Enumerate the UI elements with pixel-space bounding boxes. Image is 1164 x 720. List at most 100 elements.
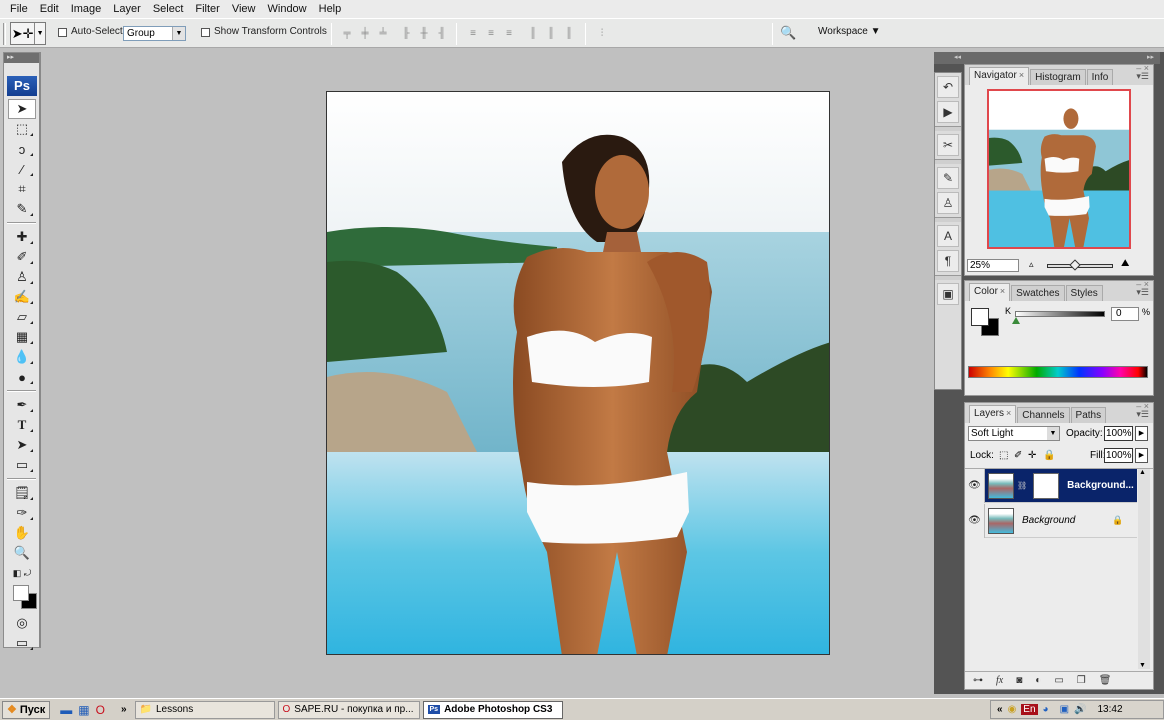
tab-color[interactable]: Color × <box>969 283 1011 301</box>
toolbox-collapse[interactable]: ▸▸ <box>4 53 39 63</box>
auto-select-checkbox[interactable] <box>58 28 67 37</box>
volume-icon[interactable]: 🔊 <box>1074 704 1086 715</box>
magic-wand-tool-icon[interactable]: ⁄ <box>6 159 38 179</box>
history-brush-tool-icon[interactable]: ✍ <box>6 287 38 307</box>
character-panel-icon[interactable]: A <box>937 225 959 247</box>
auto-align-icon[interactable]: ⫶ <box>595 28 609 40</box>
adjustment-layer-icon[interactable]: ◐ <box>1035 675 1041 686</box>
brushes-panel-icon[interactable]: ✎ <box>937 167 959 189</box>
layer-comps-icon[interactable]: ▣ <box>937 283 959 305</box>
notes-tool-icon[interactable]: 🗒 <box>6 483 38 503</box>
network-icon[interactable]: ▣ <box>1060 704 1069 715</box>
options-grip[interactable] <box>3 23 6 45</box>
close-icon[interactable]: × <box>1019 70 1024 80</box>
zoom-level-input[interactable]: 25% <box>967 259 1019 272</box>
show-desktop-icon[interactable]: ▬ <box>60 703 72 717</box>
layer-row-background[interactable]: 👁 Background 🔒 <box>965 503 1137 538</box>
distribute-vcenter-icon[interactable]: ≡ <box>484 28 498 40</box>
menu-window[interactable]: Window <box>262 3 313 15</box>
visibility-eye-icon[interactable]: 👁 <box>965 468 985 503</box>
tray-disc-icon[interactable]: ◉ <box>1008 704 1017 715</box>
distribute-left-icon[interactable]: ║ <box>526 28 540 40</box>
new-group-icon[interactable]: ▭ <box>1054 675 1063 686</box>
opacity-input[interactable]: 100% <box>1104 426 1133 441</box>
quicklaunch-app-icon[interactable]: ▦ <box>78 703 89 717</box>
show-transform-checkbox[interactable] <box>201 28 210 37</box>
screen-mode-icon[interactable]: ▭ <box>6 633 38 653</box>
bridge-search-icon[interactable]: 🔍 <box>780 25 802 42</box>
scroll-up-icon[interactable]: ▲ <box>1139 469 1146 476</box>
tab-info[interactable]: Info <box>1086 69 1114 85</box>
fill-input[interactable]: 100% <box>1104 448 1133 463</box>
tab-channels[interactable]: Channels <box>1017 407 1070 423</box>
tray-expand-icon[interactable]: « <box>997 704 1003 715</box>
layer-row-background-copy[interactable]: 👁 ⛓ Background... <box>965 468 1137 503</box>
clock[interactable]: 13:42 <box>1097 704 1122 715</box>
crop-tool-icon[interactable]: ⌗ <box>6 179 38 199</box>
tab-layers[interactable]: Layers × <box>969 405 1017 423</box>
clone-source-icon[interactable]: ♙ <box>937 192 959 214</box>
type-tool-icon[interactable]: T <box>6 415 38 435</box>
menu-select[interactable]: Select <box>147 3 190 15</box>
lasso-tool-icon[interactable]: ↄ <box>6 139 38 159</box>
lock-transparent-icon[interactable]: ⬚ <box>999 450 1008 461</box>
blend-mode-dropdown[interactable]: Soft Light ▼ <box>968 426 1060 441</box>
align-hcenter-icon[interactable]: ╫ <box>417 28 431 40</box>
document-canvas[interactable] <box>326 91 830 655</box>
fill-arrow-icon[interactable]: ▶ <box>1135 448 1148 463</box>
zoom-slider[interactable] <box>1047 259 1113 271</box>
align-right-icon[interactable]: ╢ <box>435 28 449 40</box>
close-icon[interactable]: × <box>1000 286 1005 296</box>
workspace-menu[interactable]: Workspace ▼ <box>818 26 881 37</box>
paragraph-panel-icon[interactable]: ¶ <box>937 250 959 272</box>
zoom-out-icon[interactable]: ▵ <box>1029 259 1034 270</box>
foreground-color-swatch[interactable] <box>971 308 989 326</box>
distribute-top-icon[interactable]: ≡ <box>466 28 480 40</box>
add-mask-icon[interactable]: ◙ <box>1016 675 1022 686</box>
menu-view[interactable]: View <box>226 3 262 15</box>
align-left-icon[interactable]: ╟ <box>399 28 413 40</box>
eyedropper-tool-icon[interactable]: ✑ <box>6 503 38 523</box>
color-spectrum[interactable] <box>968 366 1148 378</box>
tab-styles[interactable]: Styles <box>1065 285 1103 301</box>
lock-all-icon[interactable]: 🔒 <box>1043 450 1055 461</box>
navigator-thumbnail[interactable] <box>987 89 1131 249</box>
panel-menu-icon[interactable]: ▾☰ <box>1136 71 1149 82</box>
path-selection-tool-icon[interactable]: ➤ <box>6 435 38 455</box>
menu-filter[interactable]: Filter <box>189 3 225 15</box>
tab-swatches[interactable]: Swatches <box>1011 285 1065 301</box>
history-panel-icon[interactable]: ↶ <box>937 76 959 98</box>
menu-help[interactable]: Help <box>313 3 348 15</box>
distribute-bottom-icon[interactable]: ≡ <box>502 28 516 40</box>
collapse-left-icon[interactable]: ◂◂ <box>954 53 961 61</box>
distribute-right-icon[interactable]: ║ <box>562 28 576 40</box>
rectangle-tool-icon[interactable]: ▭ <box>6 455 38 475</box>
pen-tool-icon[interactable]: ✒ <box>6 395 38 415</box>
actions-panel-icon[interactable]: ▶ <box>937 101 959 123</box>
menu-image[interactable]: Image <box>65 3 108 15</box>
layer-style-fx-icon[interactable]: fx <box>996 675 1003 686</box>
hand-tool-icon[interactable]: ✋ <box>6 523 38 543</box>
close-icon[interactable]: × <box>1006 408 1011 418</box>
move-tool-icon[interactable]: ➤ <box>8 99 36 119</box>
tool-presets-icon[interactable]: ✂ <box>937 134 959 156</box>
zoom-tool-icon[interactable]: 🔍 <box>6 543 38 563</box>
panel-menu-icon[interactable]: ▾☰ <box>1136 287 1149 298</box>
tab-navigator[interactable]: Navigator × <box>969 67 1030 85</box>
blur-tool-icon[interactable]: 💧 <box>6 347 38 367</box>
dock-header[interactable]: ◂◂ ▸▸ <box>934 52 1160 64</box>
menu-file[interactable]: File <box>4 3 34 15</box>
expand-right-icon[interactable]: ▸▸ <box>1147 53 1154 61</box>
dodge-tool-icon[interactable]: ● <box>6 367 38 387</box>
foreground-color-swatch[interactable] <box>13 585 29 601</box>
scroll-down-icon[interactable]: ▼ <box>1139 662 1146 669</box>
opacity-arrow-icon[interactable]: ▶ <box>1135 426 1148 441</box>
clone-stamp-tool-icon[interactable]: ♙ <box>6 267 38 287</box>
align-vcenter-icon[interactable]: ╪ <box>358 28 372 40</box>
tab-histogram[interactable]: Histogram <box>1030 69 1086 85</box>
quicklaunch-chevron[interactable]: » <box>121 704 127 715</box>
menu-edit[interactable]: Edit <box>34 3 65 15</box>
tab-paths[interactable]: Paths <box>1070 407 1107 423</box>
visibility-eye-icon[interactable]: 👁 <box>965 503 985 538</box>
taskbar-window-photoshop[interactable]: Ps Adobe Photoshop CS3 <box>422 700 563 719</box>
